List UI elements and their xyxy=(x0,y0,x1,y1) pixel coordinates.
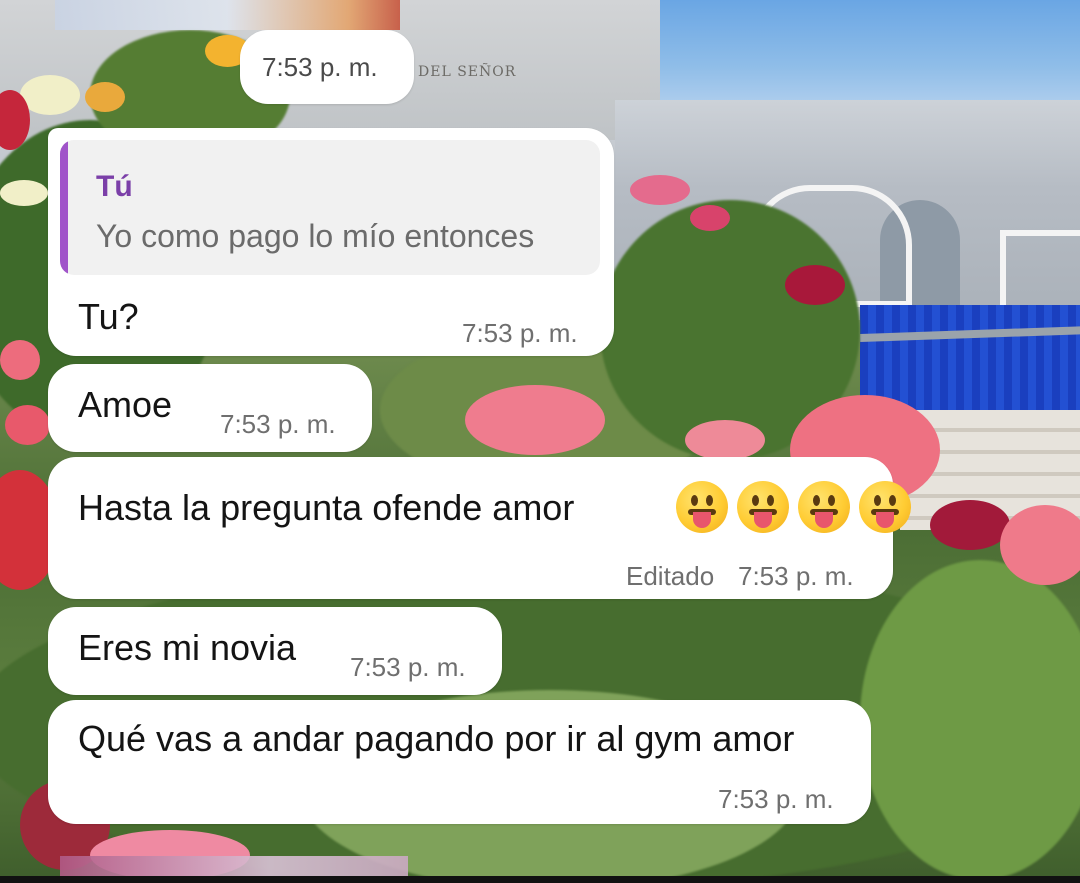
wallpaper-flower xyxy=(20,75,80,115)
message-bubble[interactable]: Qué vas a andar pagando por ir al gym am… xyxy=(48,700,871,824)
wallpaper-flower xyxy=(685,420,765,460)
wallpaper-flower xyxy=(85,82,125,112)
message-emoji-row xyxy=(676,481,911,533)
message-text: Qué vas a andar pagando por ir al gym am… xyxy=(78,718,795,759)
wallpaper-flower xyxy=(0,180,48,206)
message-time: 7:53 p. m. xyxy=(738,561,854,591)
message-text: Amoe xyxy=(78,384,173,425)
message-bubble[interactable]: Amoe 7:53 p. m. xyxy=(48,364,372,452)
reply-quote-text: Yo como pago lo mío entonces xyxy=(96,218,535,254)
message-text: Tu? xyxy=(78,296,139,337)
time-divider-pill: 7:53 p. m. xyxy=(240,30,414,104)
message-bubble[interactable]: Eres mi novia 7:53 p. m. xyxy=(48,607,502,695)
message-time: 7:53 p. m. xyxy=(350,652,466,682)
wallpaper-flower xyxy=(690,205,730,231)
face-with-tongue-icon xyxy=(676,481,728,533)
navigation-bar xyxy=(0,876,1080,883)
message-text: Hasta la pregunta ofende amor xyxy=(78,487,575,528)
wallpaper-flower xyxy=(630,175,690,205)
message-text: Eres mi novia xyxy=(78,627,297,668)
face-with-tongue-icon xyxy=(737,481,789,533)
wallpaper-flower xyxy=(5,405,50,445)
time-divider-label: 7:53 p. m. xyxy=(262,52,378,82)
wallpaper-sky xyxy=(620,0,1080,110)
message-bubble[interactable]: Hasta la pregunta ofende amor Editado 7:… xyxy=(48,457,911,599)
wallpaper-engraving: DEL SEÑOR xyxy=(418,64,517,80)
reply-quote-author: Tú xyxy=(96,170,133,203)
message-bubble[interactable]: Tú Yo como pago lo mío entonces Tu? 7:53… xyxy=(48,128,614,356)
wallpaper-flower xyxy=(0,340,40,380)
wallpaper-flower xyxy=(1000,505,1080,585)
message-edited-label: Editado xyxy=(626,561,715,591)
reply-quote-accent xyxy=(60,140,68,275)
message-time: 7:53 p. m. xyxy=(220,409,336,439)
face-with-tongue-icon xyxy=(859,481,911,533)
message-time: 7:53 p. m. xyxy=(462,318,578,348)
reply-quote[interactable]: Tú Yo como pago lo mío entonces xyxy=(60,140,600,275)
face-with-tongue-icon xyxy=(798,481,850,533)
wallpaper-flower xyxy=(930,500,1010,550)
wallpaper-flower xyxy=(785,265,845,305)
wallpaper-flower xyxy=(465,385,605,455)
previous-media-thumbnail[interactable] xyxy=(55,0,400,30)
message-time: 7:53 p. m. xyxy=(718,784,834,814)
